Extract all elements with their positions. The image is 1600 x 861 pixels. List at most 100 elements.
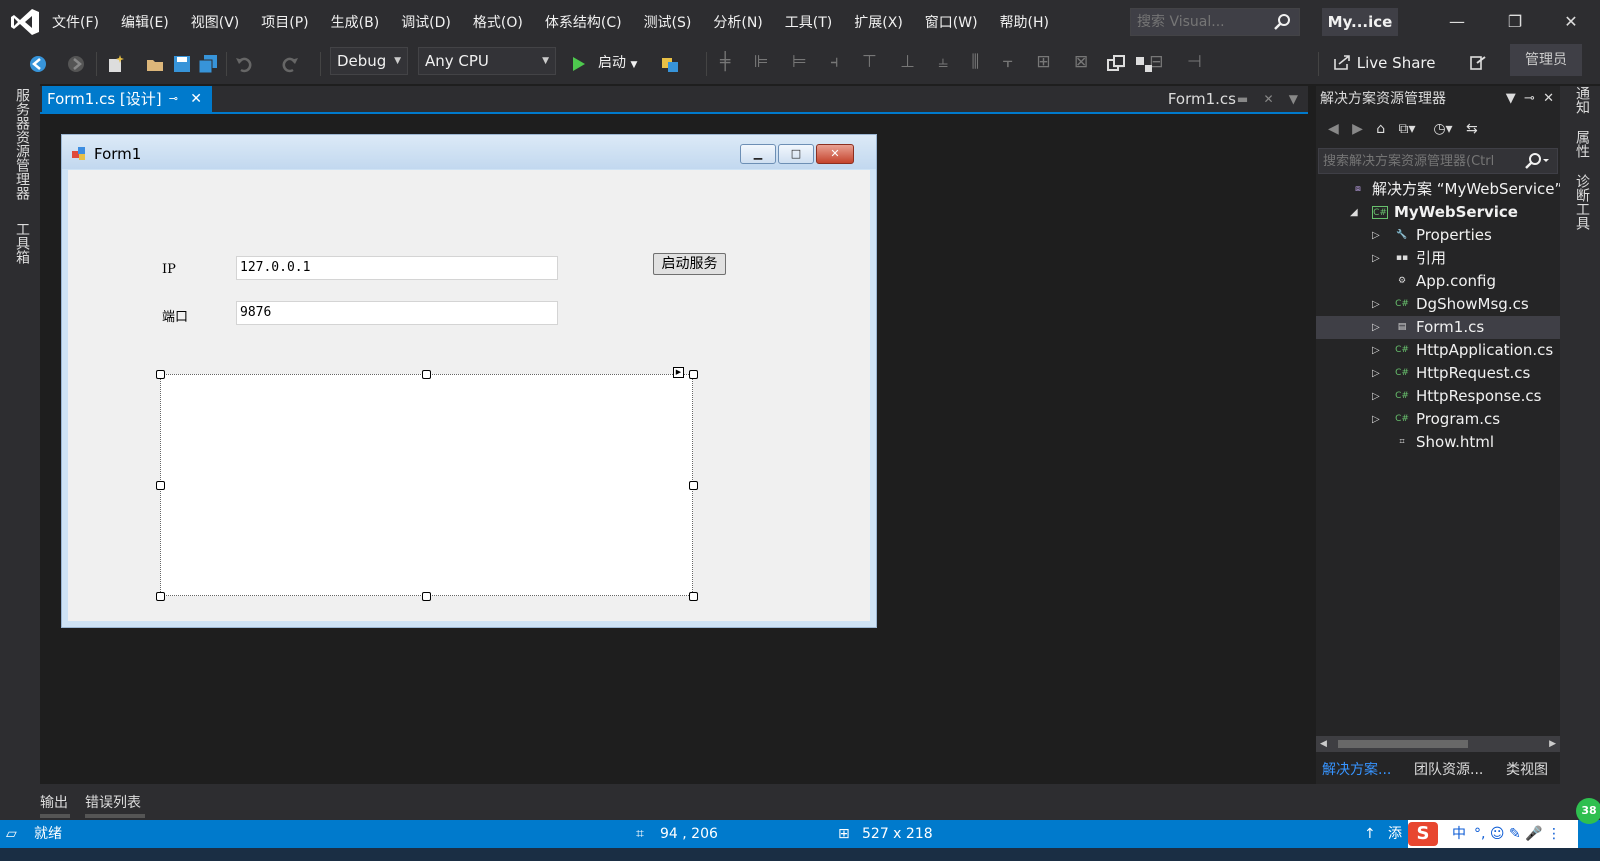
menu-item-9[interactable]: 分析(N)	[713, 12, 762, 32]
tab-solution-explorer[interactable]: 解决方案...	[1322, 758, 1391, 782]
resize-handle[interactable]	[689, 370, 698, 379]
restore-window-button[interactable]: ❐	[1492, 6, 1538, 38]
minimize-window-button[interactable]: —	[1434, 6, 1480, 38]
collapsed-arrow-icon[interactable]: ▷	[1372, 224, 1380, 247]
ime-icons[interactable]: °, ☺ ✎ 🎤 ⋮	[1474, 820, 1561, 848]
diagnostic-tools-tab[interactable]: 诊断工具	[1572, 174, 1592, 230]
solution-search-input[interactable]	[1319, 149, 1523, 173]
home-icon[interactable]: ⌂	[1376, 121, 1385, 137]
menu-item-5[interactable]: 调试(D)	[401, 12, 451, 32]
port-textbox[interactable]: 9876	[236, 301, 558, 325]
resize-handle[interactable]	[156, 370, 165, 379]
tab-class-view[interactable]: 类视图	[1506, 758, 1548, 782]
collapsed-arrow-icon[interactable]: ▷	[1372, 408, 1380, 431]
tree-item[interactable]: ▷ ▪▪ 引用	[1316, 247, 1560, 270]
add-source-control[interactable]: 添	[1388, 820, 1402, 848]
ip-label[interactable]: IP	[162, 262, 176, 277]
ime-mode[interactable]: 中	[1452, 820, 1466, 848]
properties-tab[interactable]: 属性	[1572, 130, 1592, 158]
menu-item-3[interactable]: 项目(P)	[261, 12, 308, 32]
scroll-left-icon[interactable]: ◀	[1320, 736, 1327, 752]
collapsed-arrow-icon[interactable]: ▷	[1372, 316, 1380, 339]
tree-item[interactable]: ◢ C# MyWebService	[1316, 201, 1560, 224]
undo-icon[interactable]	[234, 54, 254, 74]
tree-item[interactable]: ▷ C# HttpRequest.cs	[1316, 362, 1560, 385]
close-window-button[interactable]: ✕	[1548, 6, 1594, 38]
tree-item[interactable]: ▷ C# HttpResponse.cs	[1316, 385, 1560, 408]
save-icon[interactable]	[172, 54, 192, 74]
notifications-tab[interactable]: 通知	[1572, 86, 1592, 114]
live-share-button[interactable]: Live Share	[1334, 50, 1435, 76]
search-input[interactable]	[1131, 9, 1271, 35]
open-file-icon[interactable]	[146, 54, 166, 74]
tab-output[interactable]: 输出	[40, 792, 68, 812]
sync-icon[interactable]: ⇆	[1466, 121, 1478, 137]
tree-item[interactable]: ⚙ App.config	[1316, 270, 1560, 293]
tab-error-list[interactable]: 错误列表	[85, 792, 141, 812]
collapsed-arrow-icon[interactable]: ▷	[1372, 293, 1380, 316]
tree-item[interactable]: ⧈ 解决方案 “MyWebService” (	[1316, 178, 1573, 201]
navigate-back-icon[interactable]	[28, 54, 48, 74]
collapsed-arrow-icon[interactable]: ▷	[1372, 247, 1380, 270]
solution-title-badge[interactable]: My...ice	[1322, 8, 1398, 36]
resize-handle[interactable]	[689, 592, 698, 601]
panel-controls[interactable]: ▼ ⊸ ✕	[1506, 86, 1554, 112]
navigate-forward-icon[interactable]	[66, 54, 86, 74]
pending-changes-icon[interactable]: ◷▾	[1433, 121, 1452, 137]
publish-icon[interactable]: ↑	[1364, 820, 1376, 848]
menu-item-10[interactable]: 工具(T)	[785, 12, 832, 32]
menu-item-1[interactable]: 编辑(E)	[121, 12, 169, 32]
scroll-right-icon[interactable]: ▶	[1549, 736, 1556, 752]
collapsed-arrow-icon[interactable]: ▷	[1372, 385, 1380, 408]
close-icon[interactable]: ✕	[190, 86, 202, 112]
feedback-icon[interactable]	[1468, 54, 1488, 74]
platform-dropdown[interactable]: Any CPU ▼	[418, 47, 556, 75]
new-project-icon[interactable]	[106, 54, 126, 74]
tab-form1-code[interactable]: Form1.cs	[1168, 86, 1236, 112]
menu-item-8[interactable]: 测试(S)	[644, 12, 692, 32]
redo-icon[interactable]	[280, 54, 300, 74]
browser-link-icon[interactable]	[660, 54, 680, 74]
resize-handle[interactable]	[422, 592, 431, 601]
expanded-arrow-icon[interactable]: ◢	[1350, 201, 1358, 224]
start-button[interactable]: 启动 ▼	[598, 50, 637, 76]
server-explorer-tab[interactable]: 服务器资源管理器	[12, 88, 32, 200]
menu-item-12[interactable]: 窗口(W)	[925, 12, 978, 32]
solution-explorer-toolbar[interactable]: ◀ ▶ ⌂ ⧉▾ ◷▾ ⇆	[1316, 114, 1560, 144]
resize-handle[interactable]	[156, 481, 165, 490]
resize-handle[interactable]	[422, 370, 431, 379]
tab-team-explorer[interactable]: 团队资源...	[1414, 758, 1483, 782]
solution-search-box[interactable]	[1318, 148, 1558, 174]
menu-item-7[interactable]: 体系结构(C)	[545, 12, 622, 32]
ip-textbox[interactable]: 127.0.0.1	[236, 256, 558, 280]
switch-views-icon[interactable]: ⧉▾	[1398, 121, 1415, 137]
scrollbar-thumb[interactable]	[1338, 740, 1468, 748]
toolbox-tab[interactable]: 工具箱	[12, 222, 32, 264]
tree-item[interactable]: ▷ 🔧 Properties	[1316, 224, 1560, 247]
collapsed-arrow-icon[interactable]: ▷	[1372, 362, 1380, 385]
resize-handle[interactable]	[156, 592, 165, 601]
tree-item[interactable]: ▷ ▤ Form1.cs	[1316, 316, 1560, 339]
start-service-button[interactable]: 启动服务	[653, 253, 726, 275]
menu-item-4[interactable]: 生成(B)	[331, 12, 380, 32]
tree-item[interactable]: ▷ C# HttpApplication.cs	[1316, 339, 1560, 362]
configuration-dropdown[interactable]: Debug ▼	[330, 47, 408, 75]
admin-button[interactable]: 管理员	[1510, 44, 1582, 76]
tree-item[interactable]: ▷ C# Program.cs	[1316, 408, 1560, 431]
menu-item-11[interactable]: 扩展(X)	[854, 12, 903, 32]
save-all-icon[interactable]	[198, 54, 218, 74]
menu-item-2[interactable]: 视图(V)	[191, 12, 240, 32]
menu-item-0[interactable]: 文件(F)	[52, 12, 99, 32]
port-label[interactable]: 端口	[162, 306, 188, 325]
search-icon[interactable]	[1273, 13, 1291, 31]
smart-tag-icon[interactable]: ▶	[673, 367, 684, 378]
tab-overflow-controls[interactable]: ▬ ✕ ▼	[1237, 86, 1298, 112]
tree-item[interactable]: ⌗ Show.html	[1316, 431, 1560, 454]
search-box[interactable]	[1130, 8, 1300, 36]
message-textbox-selected[interactable]	[160, 374, 693, 596]
start-debug-icon[interactable]	[572, 56, 586, 72]
search-icon[interactable]	[1525, 152, 1551, 170]
tab-form1-design[interactable]: Form1.cs [设计] ⊸ ✕	[42, 86, 212, 112]
collapsed-arrow-icon[interactable]: ▷	[1372, 339, 1380, 362]
horizontal-scrollbar[interactable]: ◀ ▶	[1316, 736, 1560, 752]
